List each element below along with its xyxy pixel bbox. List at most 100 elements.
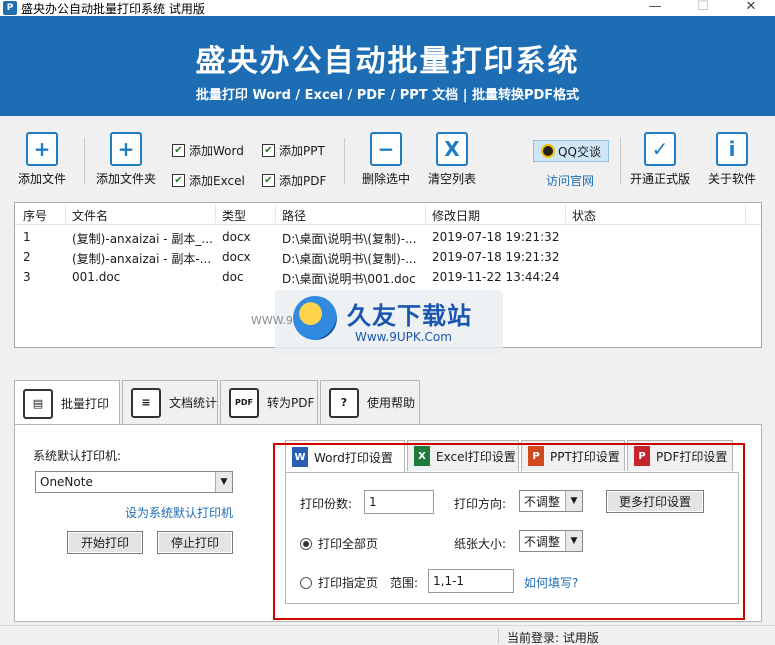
column-divider: [215, 205, 216, 223]
toolbar-divider: [84, 138, 85, 184]
more-print-settings-button[interactable]: 更多打印设置: [606, 490, 704, 513]
copies-label: 打印份数:: [300, 497, 353, 511]
add-folder-label: 添加文件夹: [96, 172, 157, 186]
word-icon: W: [292, 447, 308, 467]
cell-filename: 001.doc: [72, 270, 121, 284]
paper-size-select[interactable]: 不调整 ▼: [519, 530, 583, 552]
tab-excel-settings-label: Excel打印设置: [436, 449, 516, 464]
app-icon: P: [3, 1, 17, 15]
printer-select[interactable]: OneNote ▼: [35, 471, 233, 493]
paper-size-select-value: 不调整: [524, 534, 561, 549]
how-to-fill-link[interactable]: 如何填写?: [524, 574, 578, 591]
page-range-input[interactable]: 1,1-1: [428, 569, 514, 593]
header-banner: 盛央办公自动批量打印系统 批量打印 Word / Excel / PDF / P…: [0, 16, 775, 116]
delete-selected-button[interactable]: − 删除选中: [362, 132, 410, 187]
ppt-icon: P: [528, 446, 544, 466]
stop-print-button[interactable]: 停止打印: [157, 531, 233, 554]
cell-filename: (复制)-anxaizai - 副本_...: [72, 232, 213, 246]
tab-convert-pdf-label: 转为PDF: [267, 396, 315, 410]
watermark-brand: 久友下载站: [347, 302, 472, 330]
cell-modified: 2019-07-18 19:21:32: [432, 230, 560, 244]
title-bar: P 盛央办公自动批量打印系统 试用版 — ☐ ✕: [0, 0, 775, 16]
add-ppt-label: 添加PPT: [279, 144, 325, 158]
radio-selected-icon: [300, 537, 312, 550]
excel-icon: X: [414, 446, 430, 466]
maximize-button[interactable]: ☐: [679, 0, 727, 16]
printer-icon: ▤: [23, 388, 53, 419]
clear-list-button[interactable]: X 清空列表: [428, 132, 476, 187]
range-label: 范围:: [390, 576, 419, 590]
about-button[interactable]: i 关于软件: [708, 132, 756, 187]
chevron-down-icon: ▼: [565, 491, 582, 511]
window-controls: — ☐ ✕: [631, 0, 775, 16]
word-settings-panel: 打印份数: 1 打印方向: 不调整 ▼ 更多打印设置 打印全部页 纸张大小: 不…: [285, 472, 739, 604]
add-word-checkbox[interactable]: ✔ 添加Word: [172, 142, 244, 159]
print-all-pages-label: 打印全部页: [318, 537, 379, 551]
col-filename[interactable]: 文件名: [72, 207, 108, 224]
radio-unselected-icon: [300, 576, 312, 589]
cell-type: doc: [222, 270, 244, 284]
start-print-button[interactable]: 开始打印: [67, 531, 143, 554]
clear-list-label: 清空列表: [428, 172, 477, 186]
copies-input[interactable]: 1: [364, 490, 434, 514]
close-button[interactable]: ✕: [727, 0, 775, 16]
banner-title: 盛央办公自动批量打印系统: [195, 44, 580, 79]
table-row[interactable]: 2 (复制)-anxaizai - 副本-... docx D:\桌面\说明书\…: [15, 247, 761, 267]
col-modified[interactable]: 修改日期: [432, 207, 480, 224]
visit-website-link[interactable]: 访问官网: [546, 172, 594, 189]
column-divider: [745, 205, 746, 223]
col-type[interactable]: 类型: [222, 207, 246, 224]
qq-chat-button[interactable]: QQ交谈: [533, 140, 609, 162]
activate-full-version-button[interactable]: ✓ 开通正式版: [630, 132, 690, 187]
print-all-pages-radio[interactable]: 打印全部页: [300, 535, 378, 552]
checkmark-icon: ✔: [262, 174, 275, 187]
add-excel-checkbox[interactable]: ✔ 添加Excel: [172, 172, 245, 189]
cell-modified: 2019-11-22 13:44:24: [432, 270, 560, 284]
qq-chat-label: QQ交谈: [558, 144, 601, 159]
direction-select-value: 不调整: [524, 494, 561, 509]
print-specific-pages-radio[interactable]: 打印指定页: [300, 574, 378, 591]
tab-convert-pdf[interactable]: PDF 转为PDF: [220, 380, 318, 424]
table-row[interactable]: 3 001.doc doc D:\桌面\说明书\001.doc 2019-11-…: [15, 267, 761, 287]
add-pdf-checkbox[interactable]: ✔ 添加PDF: [262, 172, 326, 189]
cell-type: docx: [222, 230, 251, 244]
column-divider: [425, 205, 426, 223]
add-excel-label: 添加Excel: [189, 174, 245, 188]
toolbar-divider: [620, 138, 621, 184]
tab-word-settings[interactable]: W Word打印设置: [285, 440, 405, 473]
tab-ppt-settings[interactable]: P PPT打印设置: [521, 440, 625, 471]
banner-subtitle: 批量打印 Word / Excel / PDF / PPT 文档 | 批量转换P…: [195, 88, 580, 103]
toolbar: + 添加文件 + 添加文件夹 ✔ 添加Word ✔ 添加Excel ✔ 添加PPT ✔…: [0, 120, 775, 198]
tab-doc-stats[interactable]: ≡ 文档统计: [122, 380, 218, 424]
minimize-button[interactable]: —: [631, 0, 679, 16]
add-ppt-checkbox[interactable]: ✔ 添加PPT: [262, 142, 325, 159]
add-file-button[interactable]: + 添加文件: [18, 132, 66, 187]
document-icon: ≡: [131, 387, 161, 418]
checkmark-icon: ✔: [172, 174, 185, 187]
chevron-down-icon: ▼: [565, 531, 582, 551]
cell-index: 2: [23, 250, 31, 264]
col-index[interactable]: 序号: [23, 207, 47, 224]
tab-pdf-settings[interactable]: P PDF打印设置: [627, 440, 733, 471]
col-status[interactable]: 状态: [572, 207, 596, 224]
cell-path: D:\桌面\说明书\(复制)-...: [282, 232, 417, 246]
tab-batch-print[interactable]: ▤ 批量打印: [14, 380, 120, 426]
add-file-label: 添加文件: [18, 172, 67, 186]
printer-select-value: OneNote: [40, 475, 93, 489]
table-row[interactable]: 1 (复制)-anxaizai - 副本_... docx D:\桌面\说明书\…: [15, 227, 761, 247]
add-pdf-label: 添加PDF: [279, 174, 327, 188]
set-default-printer-link[interactable]: 设为系统默认打印机: [125, 504, 233, 521]
tab-batch-print-label: 批量打印: [61, 397, 110, 411]
add-folder-icon: +: [110, 132, 142, 166]
tab-excel-settings[interactable]: X Excel打印设置: [407, 440, 519, 471]
window-title: 盛央办公自动批量打印系统 试用版: [21, 1, 205, 16]
col-path[interactable]: 路径: [282, 207, 306, 224]
watermark: WWW.9U 久友下载站 Www.9UPK.Com: [251, 290, 503, 356]
add-folder-button[interactable]: + 添加文件夹: [96, 132, 156, 187]
direction-select[interactable]: 不调整 ▼: [519, 490, 583, 512]
tab-help[interactable]: ? 使用帮助: [320, 380, 420, 424]
checkmark-icon: ✔: [172, 144, 185, 157]
add-file-icon: +: [26, 132, 58, 166]
paper-size-label: 纸张大小:: [454, 537, 507, 551]
cell-path: D:\桌面\说明书\(复制)-...: [282, 252, 417, 266]
